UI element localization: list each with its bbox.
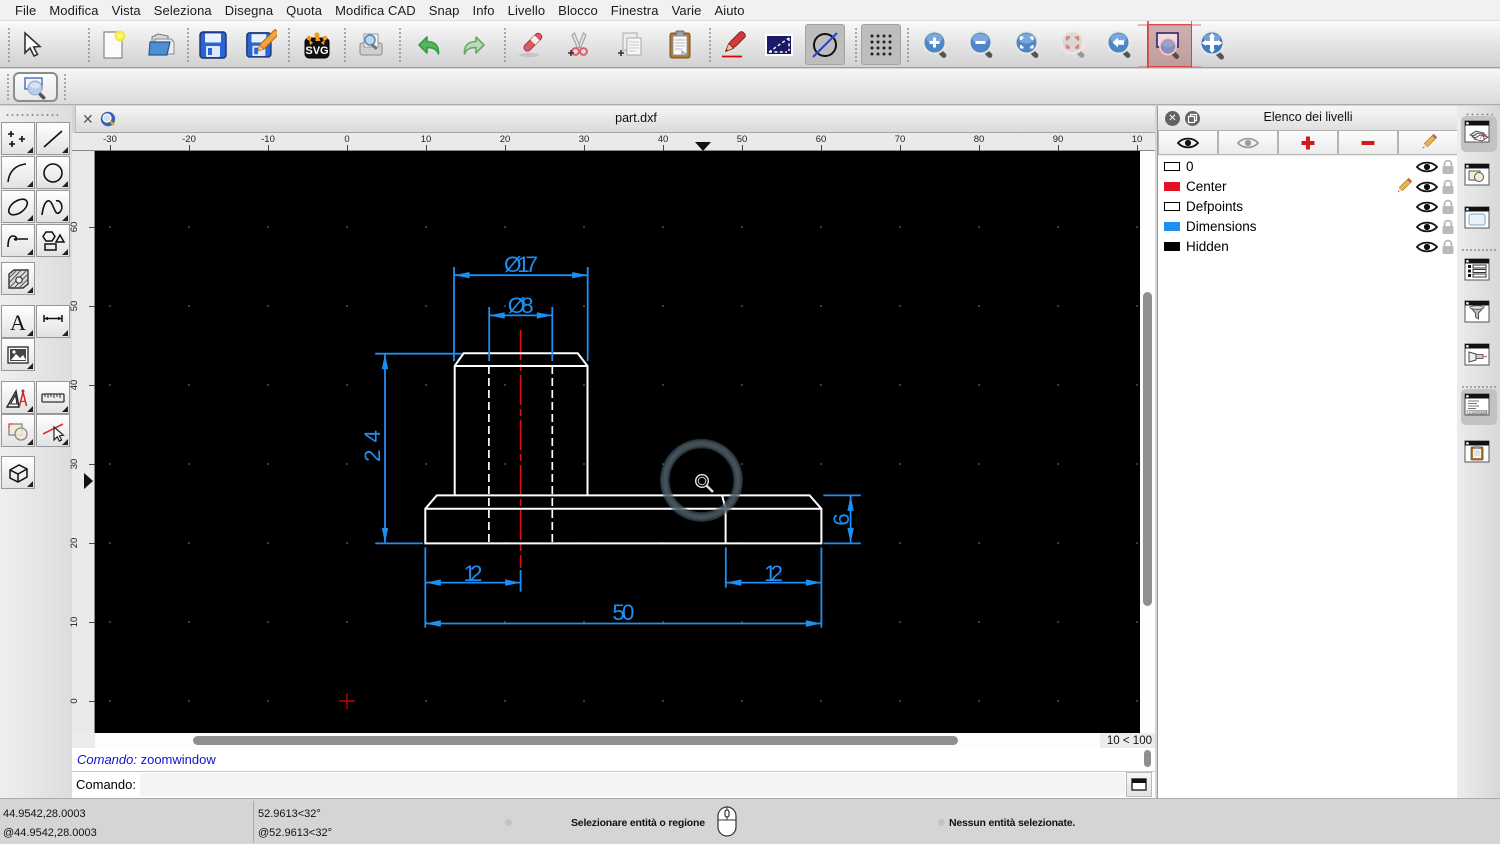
svg-text:SVG: SVG [305, 45, 328, 57]
svg-text:c command: c command [1469, 411, 1487, 415]
svg-text:12: 12 [764, 561, 783, 586]
svg-text:A: A [1479, 132, 1485, 141]
svg-text:50: 50 [612, 600, 634, 625]
svg-text:Ø8: Ø8 [508, 293, 534, 318]
svg-text:12: 12 [464, 561, 483, 586]
svg-text:6: 6 [829, 513, 854, 526]
svg-text:24: 24 [360, 430, 385, 462]
svg-text:Ø17: Ø17 [504, 252, 538, 277]
svg-text:A: A [10, 310, 26, 335]
